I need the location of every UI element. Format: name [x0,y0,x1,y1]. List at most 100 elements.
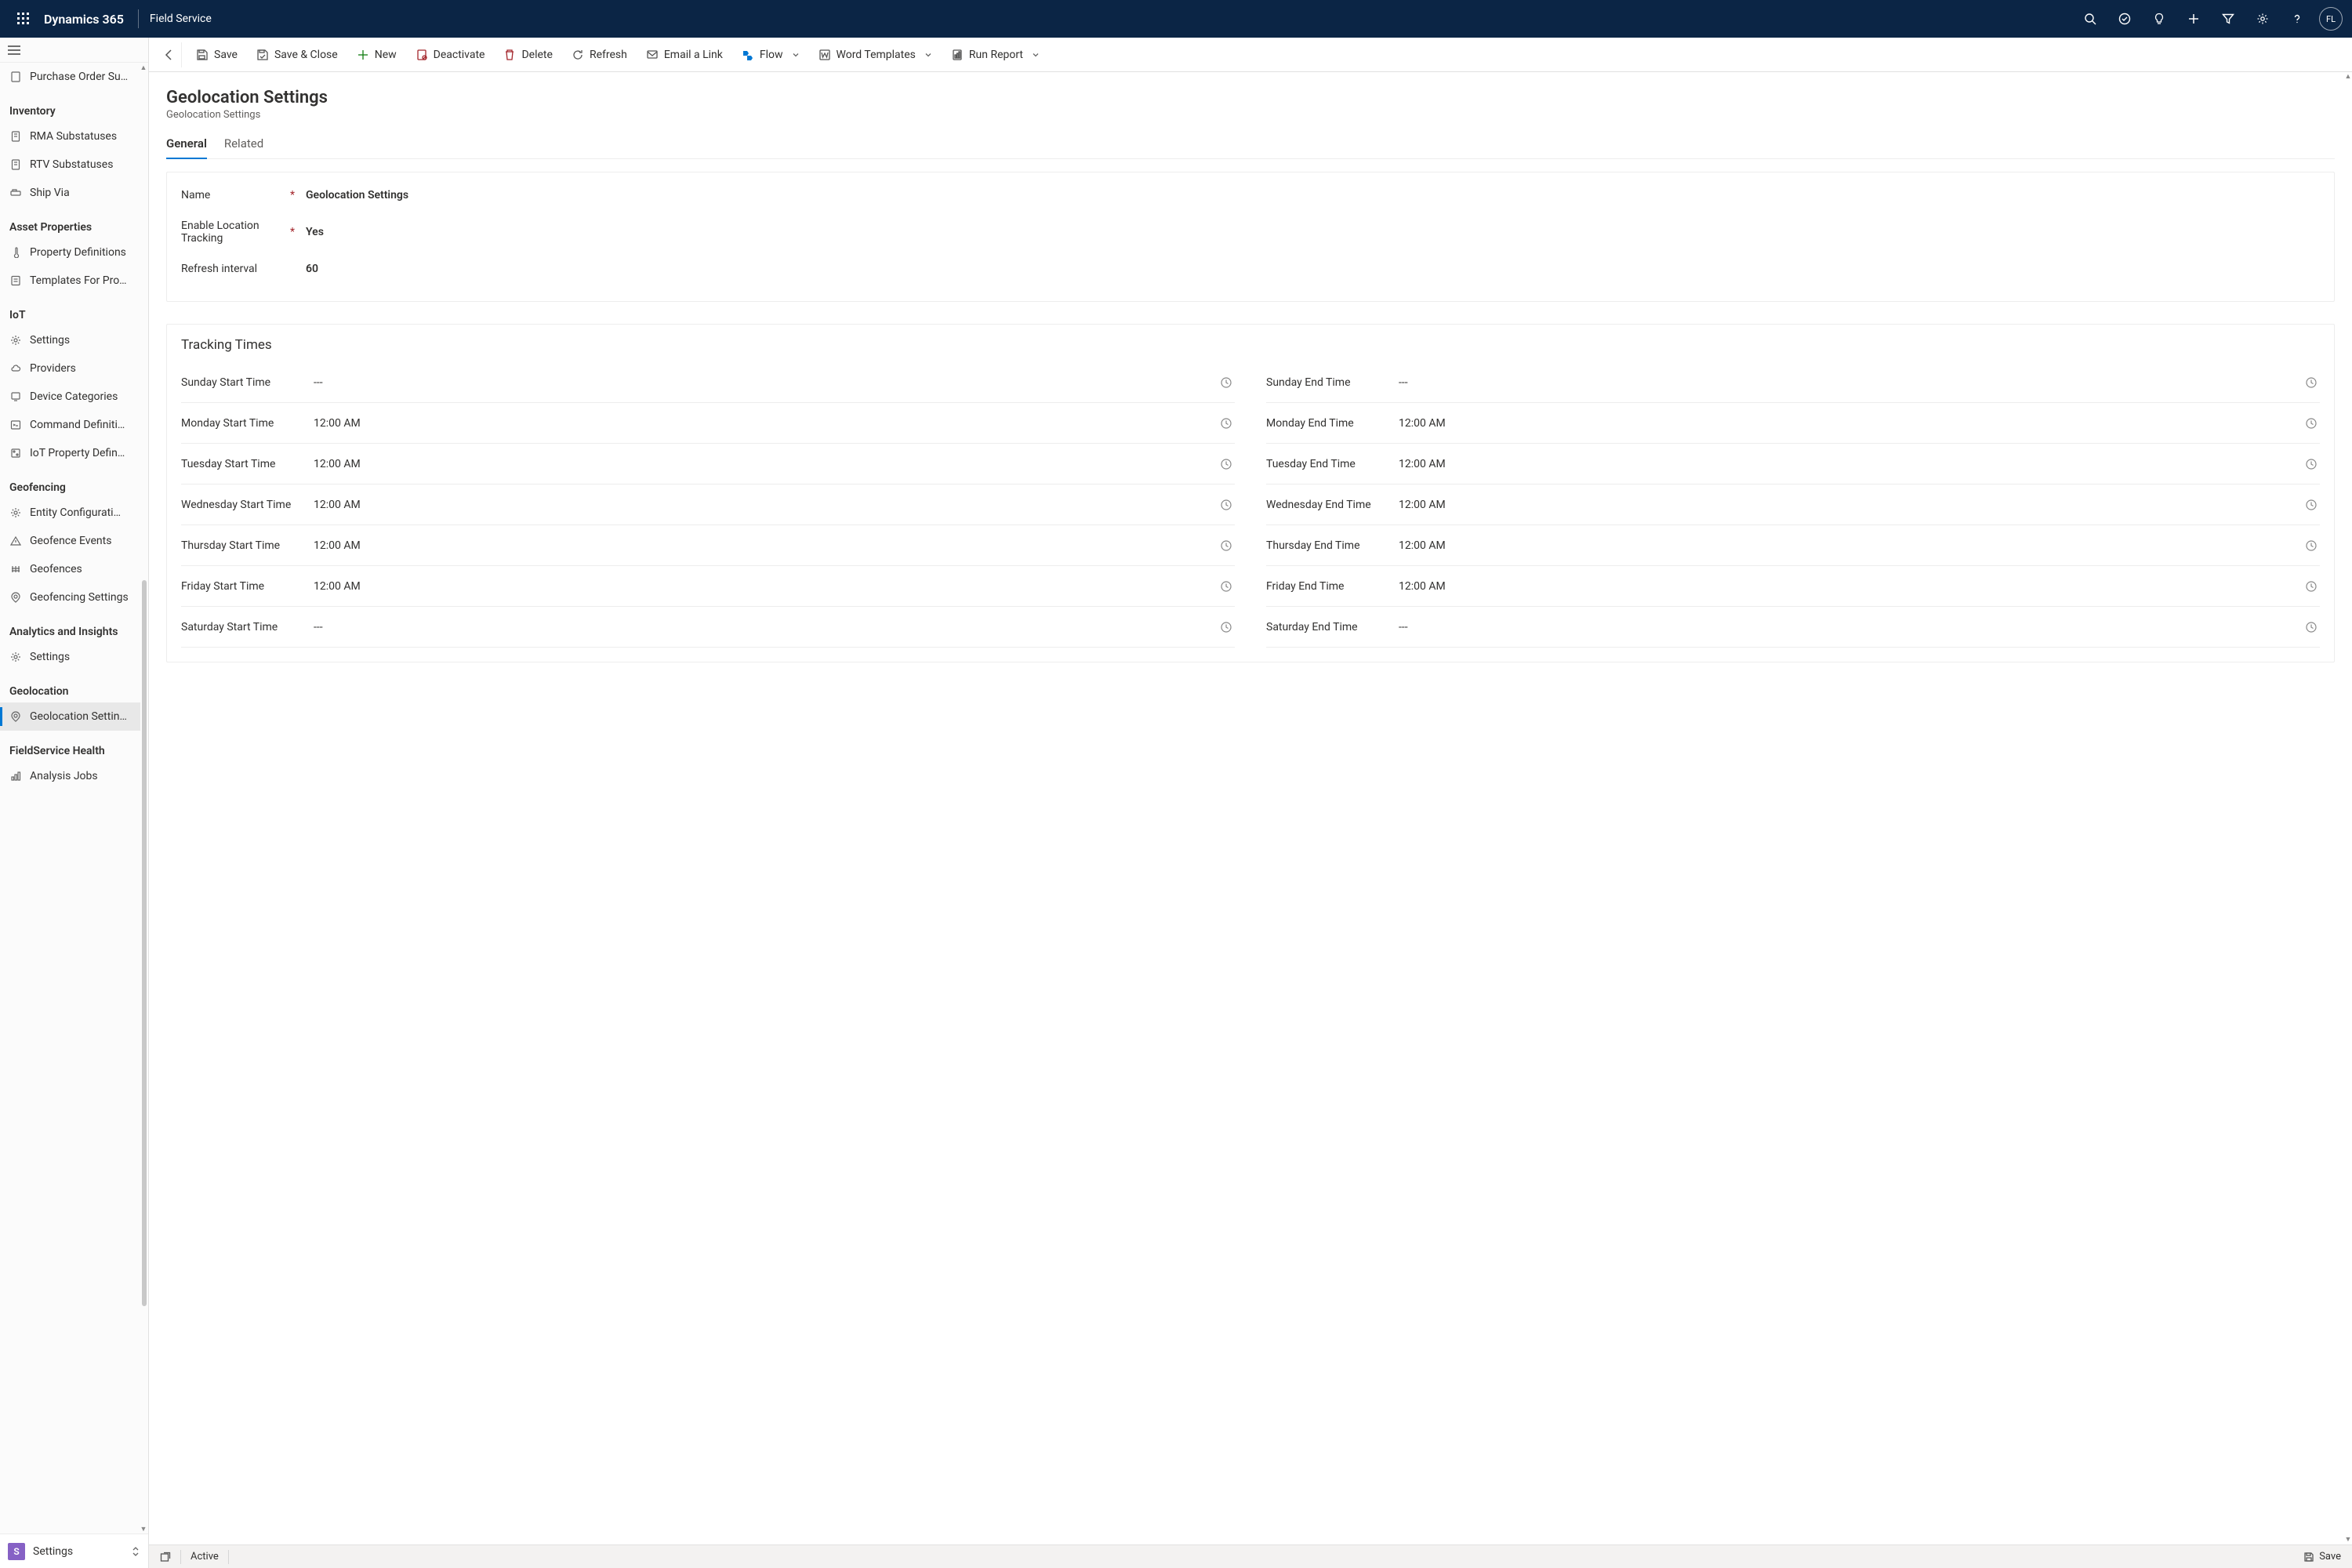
sidebar-item[interactable]: RMA Substatuses [0,122,140,151]
time-value[interactable]: 12:00 AM [1396,417,2303,430]
sidebar-item[interactable]: RTV Substatuses [0,151,140,179]
sidebar-item-label: Settings [30,651,70,663]
time-value[interactable]: 12:00 AM [1396,499,2303,511]
sidebar-item[interactable]: IoT Property Defin… [0,439,140,467]
user-avatar[interactable]: FL [2319,7,2343,31]
clock-icon[interactable] [1218,619,1235,636]
time-label: Tuesday End Time [1266,458,1396,470]
trash-icon [503,49,516,61]
sidebar-item[interactable]: Entity Configurati… [0,499,140,527]
time-label: Thursday Start Time [181,539,310,552]
clock-icon[interactable] [1218,496,1235,514]
back-button[interactable] [157,42,182,67]
save-button[interactable]: Save [187,42,247,67]
sidebar-item[interactable]: Geofencing Settings [0,583,140,612]
time-value[interactable]: --- [1396,621,2303,633]
tab-general[interactable]: General [166,132,207,158]
add-icon[interactable] [2176,0,2211,38]
clock-icon[interactable] [2303,415,2320,432]
sidebar-item[interactable]: Analysis Jobs [0,762,140,790]
clock-icon[interactable] [2303,619,2320,636]
scroll-thumb[interactable] [142,580,147,1306]
app-launcher-icon[interactable] [5,0,42,38]
sidebar-item[interactable]: Geofence Events [0,527,140,555]
word-templates-button[interactable]: Word Templates [809,42,942,67]
time-row-end: Wednesday End Time12:00 AM [1266,485,2320,525]
email-link-button[interactable]: Email a Link [637,42,732,67]
time-value[interactable]: --- [310,621,1218,633]
search-icon[interactable] [2073,0,2107,38]
time-value[interactable]: --- [310,376,1218,389]
time-value[interactable]: --- [1396,376,2303,389]
scroll-up-icon[interactable]: ▲ [140,63,147,72]
flow-button[interactable]: Flow [732,42,809,67]
sidebar-item[interactable]: Ship Via [0,179,140,207]
clock-icon[interactable] [1218,374,1235,391]
clock-icon[interactable] [2303,456,2320,473]
clock-icon[interactable] [2303,496,2320,514]
module-name[interactable]: Field Service [150,13,212,25]
sidebar-item[interactable]: Command Definiti… [0,411,140,439]
filter-icon[interactable] [2211,0,2245,38]
sidebar-area-switcher[interactable]: S Settings [0,1534,148,1568]
save-close-button[interactable]: Save & Close [247,42,347,67]
clock-icon[interactable] [1218,537,1235,554]
sidebar-toggle-icon[interactable] [0,38,148,63]
clock-icon[interactable] [2303,374,2320,391]
sidebar-item[interactable]: Property Definitions [0,238,140,267]
time-value[interactable]: 12:00 AM [310,499,1218,511]
sidebar-item-label: RTV Substatuses [30,158,113,171]
refresh-value[interactable]: 60 [303,263,2320,275]
time-label: Saturday End Time [1266,621,1396,633]
lightbulb-icon[interactable] [2142,0,2176,38]
sidebar-item[interactable]: Device Categories [0,383,140,411]
scroll-down-icon[interactable]: ▼ [2345,1535,2352,1544]
sidebar-item[interactable]: Geolocation Settin… [0,702,140,731]
statusbar-save-button[interactable]: Save [2303,1551,2341,1563]
enable-value[interactable]: Yes [303,226,2320,238]
refresh-button[interactable]: Refresh [562,42,637,67]
scroll-down-icon[interactable]: ▼ [140,1524,147,1534]
new-button[interactable]: New [347,42,406,67]
time-value[interactable]: 12:00 AM [1396,458,2303,470]
sidebar-item[interactable]: Settings [0,643,140,671]
clock-icon[interactable] [1218,578,1235,595]
scroll-up-icon[interactable]: ▲ [2345,72,2352,82]
help-icon[interactable] [2280,0,2314,38]
global-topbar: Dynamics 365 Field Service FL [0,0,2352,38]
cmd-label: Flow [760,49,783,61]
sidebar-item-label: Templates For Pro… [30,274,127,287]
clock-icon[interactable] [2303,578,2320,595]
sidebar-item-label: Geofencing Settings [30,591,129,604]
tracking-heading: Tracking Times [167,329,2334,362]
sidebar-item-purchase-order[interactable]: Purchase Order Su… [0,63,140,91]
time-value[interactable]: 12:00 AM [310,417,1218,430]
clock-icon[interactable] [1218,415,1235,432]
time-value[interactable]: 12:00 AM [310,539,1218,552]
sidebar-item[interactable]: Templates For Pro… [0,267,140,295]
sidebar-scrollbar[interactable]: ▲ ▼ [140,63,147,1534]
gear-icon[interactable] [2245,0,2280,38]
task-icon[interactable] [2107,0,2142,38]
geo-icon [9,710,22,723]
clock-icon[interactable] [1218,456,1235,473]
time-value[interactable]: 12:00 AM [1396,580,2303,593]
record-status: Active [191,1551,219,1563]
clock-icon[interactable] [2303,537,2320,554]
sidebar-item-label: Geolocation Settin… [30,710,127,723]
run-report-button[interactable]: Run Report [942,42,1049,67]
sidebar-item[interactable]: Geofences [0,555,140,583]
main-scrollbar[interactable]: ▲ ▼ [2344,72,2352,1544]
name-value[interactable]: Geolocation Settings [303,189,2320,201]
time-value[interactable]: 12:00 AM [1396,539,2303,552]
sidebar-item[interactable]: Providers [0,354,140,383]
delete-button[interactable]: Delete [494,42,561,67]
time-value[interactable]: 12:00 AM [310,458,1218,470]
sidebar-item[interactable]: Settings [0,326,140,354]
deactivate-button[interactable]: Deactivate [406,42,495,67]
popout-button[interactable] [160,1552,171,1563]
tab-related[interactable]: Related [224,132,263,158]
time-value[interactable]: 12:00 AM [310,580,1218,593]
brand-name[interactable]: Dynamics 365 [42,12,127,27]
cmd-label: Email a Link [664,49,723,61]
